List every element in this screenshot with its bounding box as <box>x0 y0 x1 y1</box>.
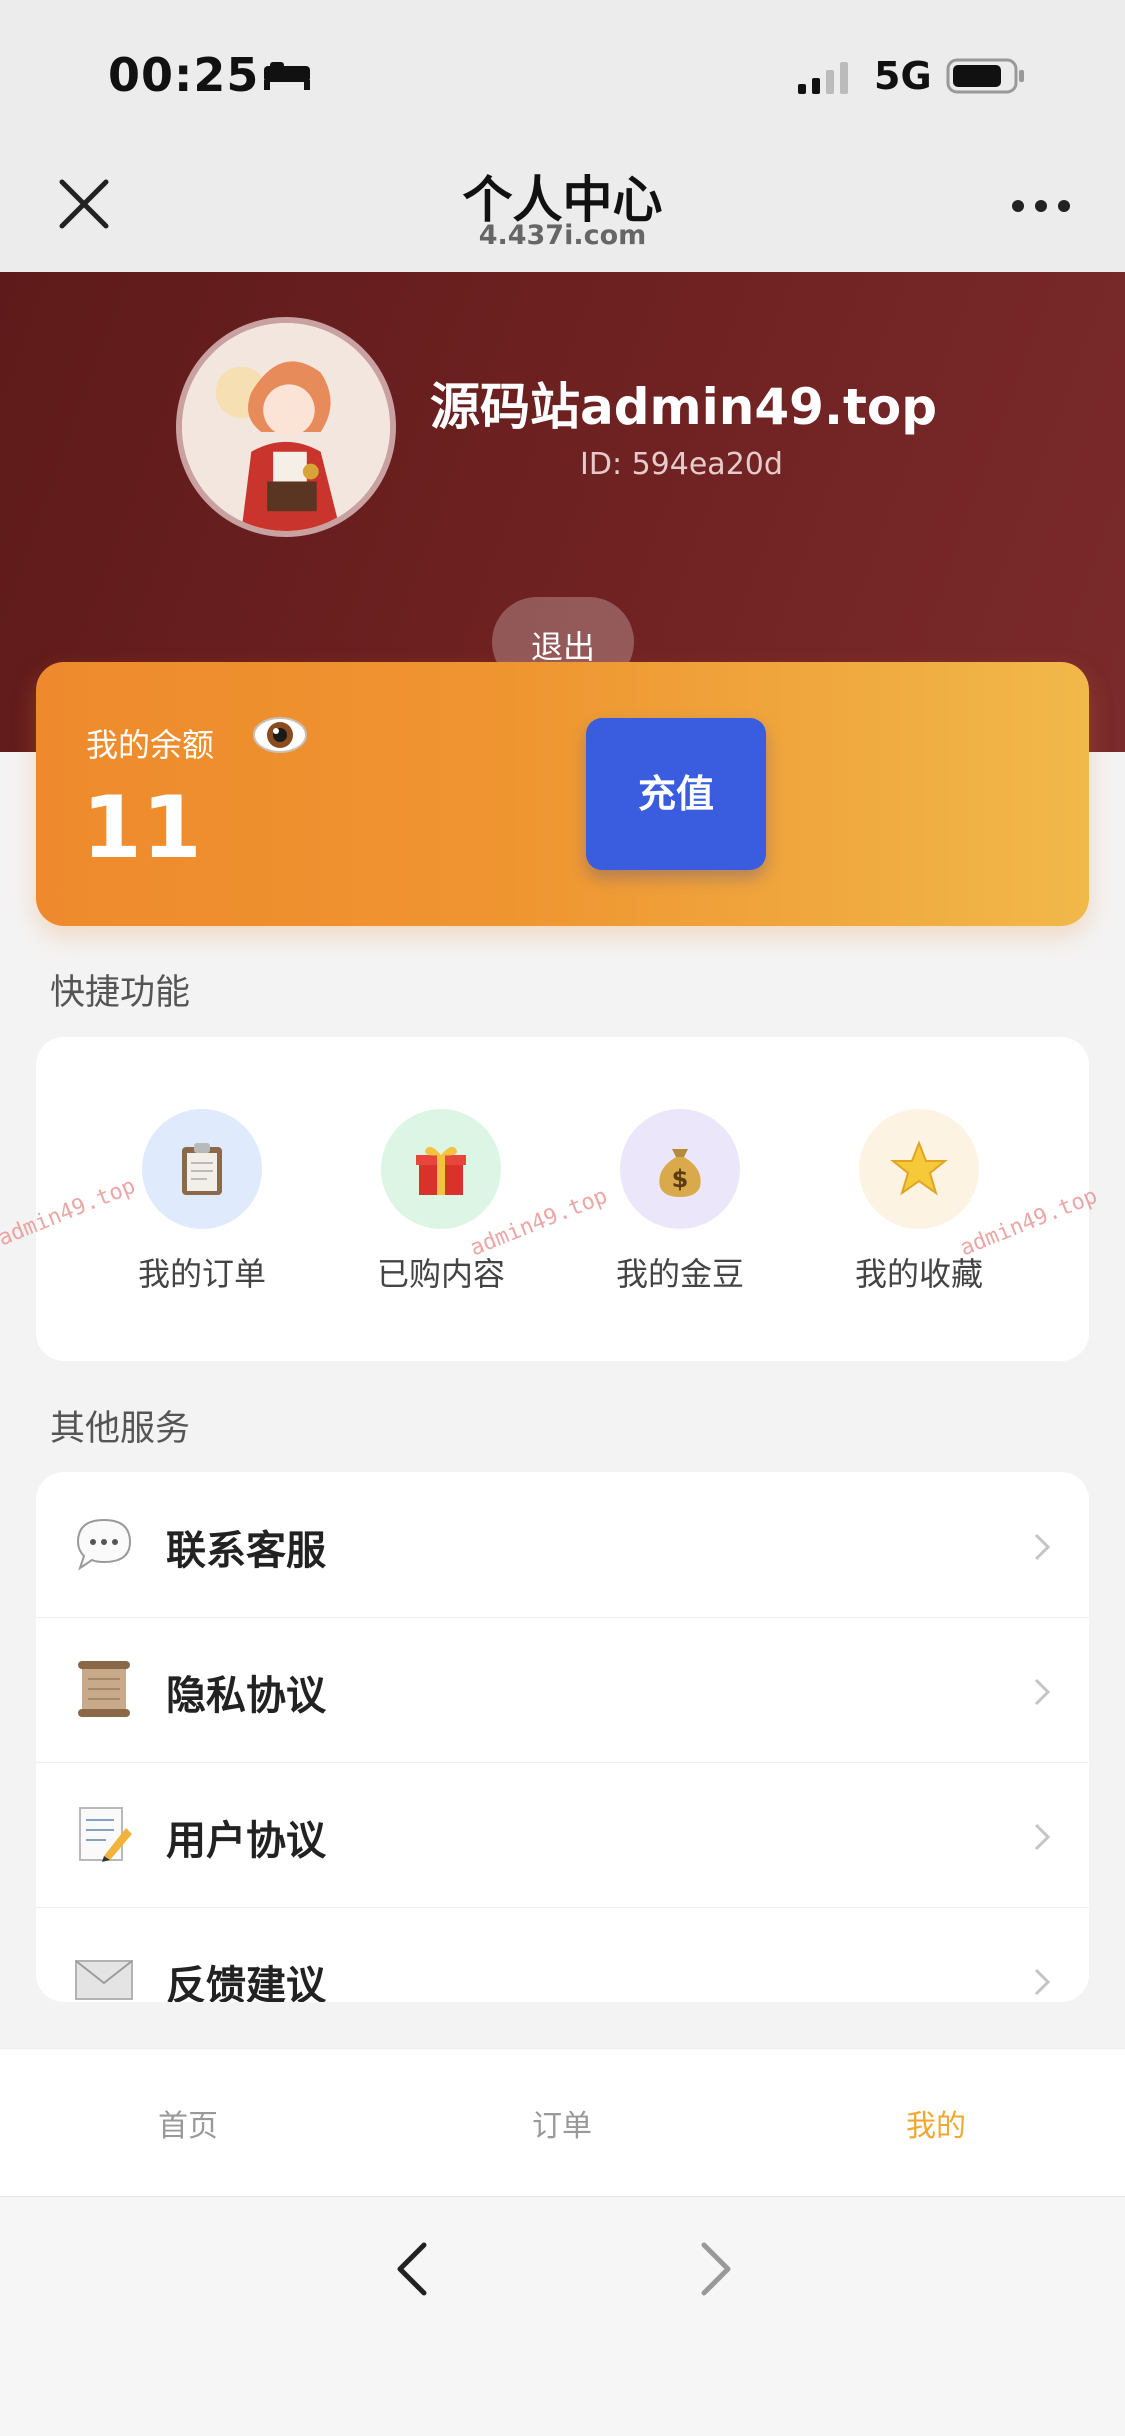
clipboard-icon <box>182 1143 222 1195</box>
chevron-right-icon <box>1034 1968 1051 1996</box>
quick-functions-title: 快捷功能 <box>50 973 191 1013</box>
quick-item-label: 我的订单 <box>137 1255 266 1293</box>
top-bar: 00:25 5G 个人中心 4.437i.com <box>0 0 1125 272</box>
quick-item-purchased[interactable]: 已购内容 <box>341 1109 541 1309</box>
chevron-right-icon <box>1034 1823 1051 1851</box>
avatar-illustration <box>182 323 390 531</box>
tab-orders[interactable]: 订单 <box>462 2101 662 2145</box>
status-time: 00:25 <box>108 48 260 102</box>
quick-item-gold-beans[interactable]: $ 我的金豆 <box>580 1109 780 1309</box>
quick-item-label: 已购内容 <box>376 1255 505 1293</box>
balance-label: 我的余额 <box>86 726 215 764</box>
star-icon <box>890 1140 948 1196</box>
quick-item-icon-bg <box>142 1109 262 1229</box>
service-row-user-agreement[interactable]: 用户协议 <box>36 1762 1089 1907</box>
eye-icon[interactable] <box>252 712 308 758</box>
back-arrow-icon[interactable] <box>394 2239 430 2299</box>
quick-item-icon-bg <box>859 1109 979 1229</box>
gift-icon <box>416 1146 466 1195</box>
service-label: 用户协议 <box>166 1818 326 1864</box>
user-id: ID: 594ea20d <box>580 447 783 482</box>
tab-mine[interactable]: 我的 <box>836 2101 1036 2145</box>
envelope-icon <box>75 1960 133 2000</box>
speech-bubble-icon <box>76 1518 132 1571</box>
service-row-feedback[interactable]: 反馈建议 <box>36 1907 1089 2002</box>
signal-icon <box>798 62 848 94</box>
page-domain: 4.437i.com <box>478 220 647 251</box>
quick-item-icon-bg <box>381 1109 501 1229</box>
service-row-privacy[interactable]: 隐私协议 <box>36 1617 1089 1762</box>
balance-card: 我的余额 11 充值 <box>36 662 1089 926</box>
battery-icon <box>946 58 1024 94</box>
service-label: 隐私协议 <box>166 1673 326 1719</box>
quick-item-label: 我的收藏 <box>854 1255 983 1293</box>
quick-item-label: 我的金豆 <box>615 1255 744 1293</box>
balance-value: 11 <box>82 778 202 878</box>
svg-text:$: $ <box>672 1165 689 1193</box>
service-row-contact[interactable]: 联系客服 <box>36 1472 1089 1617</box>
browser-nav-bar <box>0 2196 1125 2436</box>
services-card: 联系客服 隐私协议 用户协议 反馈建议 <box>36 1472 1089 2002</box>
forward-arrow-icon[interactable] <box>698 2239 734 2299</box>
network-label: 5G <box>874 54 932 98</box>
recharge-button[interactable]: 充值 <box>586 718 766 870</box>
user-name: 源码站admin49.top <box>430 378 937 436</box>
chevron-right-icon <box>1034 1533 1051 1561</box>
quick-item-icon-bg: $ <box>620 1109 740 1229</box>
quick-item-favorites[interactable]: 我的收藏 <box>819 1109 1019 1309</box>
avatar[interactable] <box>176 317 396 537</box>
other-services-title: 其他服务 <box>50 1409 191 1449</box>
money-bag-icon: $ <box>659 1149 701 1197</box>
service-label: 联系客服 <box>166 1528 326 1574</box>
chevron-right-icon <box>1034 1678 1051 1706</box>
sleep-mode-icon <box>264 62 310 90</box>
tab-bar: 首页 订单 我的 <box>0 2048 1125 2196</box>
service-label: 反馈建议 <box>166 1963 326 2002</box>
memo-icon <box>79 1807 132 1862</box>
scroll-icon <box>78 1661 130 1717</box>
tab-home[interactable]: 首页 <box>88 2101 288 2145</box>
more-icon[interactable] <box>1010 196 1072 216</box>
quick-item-orders[interactable]: 我的订单 <box>102 1109 302 1309</box>
